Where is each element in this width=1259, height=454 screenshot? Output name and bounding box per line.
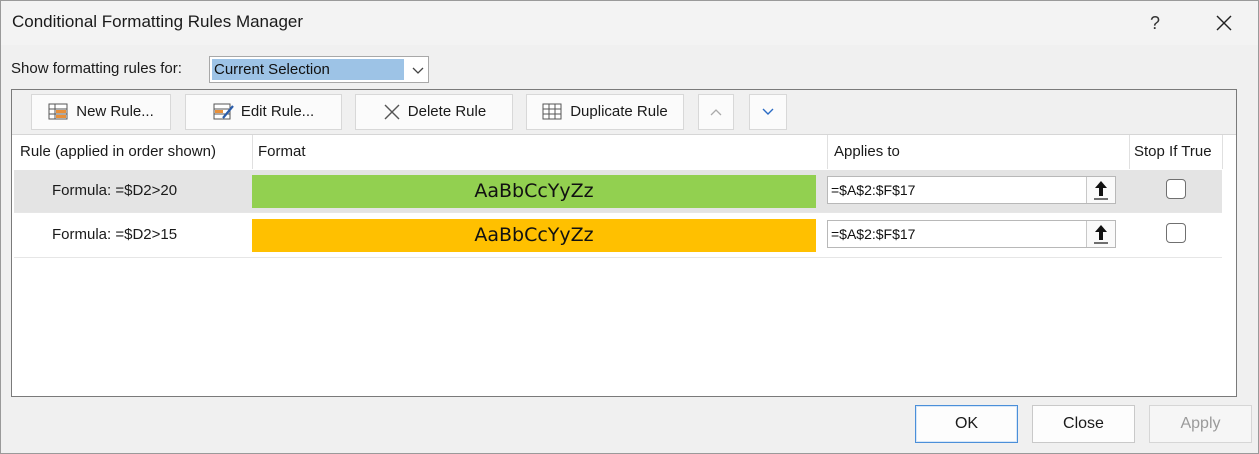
apply-button[interactable]: Apply [1149,405,1252,443]
row-divider [14,257,1222,258]
column-divider [827,135,828,169]
new-rule-button[interactable]: New Rule... [31,94,171,130]
chevron-up-icon [710,109,722,116]
column-divider [1222,135,1223,169]
rule-row[interactable]: Formula: =$D2>20 AaBbCcYyZz [14,170,1222,212]
title-bar: Conditional Formatting Rules Manager ? [1,1,1258,45]
header-stop-if-true: Stop If True [1134,143,1212,160]
help-button[interactable]: ? [1141,9,1169,37]
rules-manager-dialog: Conditional Formatting Rules Manager ? S… [0,0,1259,454]
format-preview: AaBbCcYyZz [252,175,816,208]
rules-panel: New Rule... Edit Rule... Delete Rule Dup… [11,89,1237,397]
applies-to-input[interactable] [828,221,1086,247]
arrow-up-icon [1094,181,1108,200]
duplicate-rule-icon [542,103,562,120]
rule-description: Formula: =$D2>20 [52,182,178,199]
applies-to-field[interactable] [827,176,1116,204]
delete-rule-button[interactable]: Delete Rule [355,94,513,130]
close-icon [1216,15,1232,31]
collapse-range-button[interactable] [1086,177,1115,203]
show-rules-selected: Current Selection [212,59,404,80]
delete-icon [384,104,400,120]
row-divider [14,212,1222,213]
rule-description: Formula: =$D2>15 [52,226,178,243]
stop-if-true-checkbox[interactable] [1166,223,1186,243]
rules-table-header: Rule (applied in order shown) Format App… [12,135,1236,169]
edit-rule-label: Edit Rule... [240,103,315,120]
ok-button[interactable]: OK [915,405,1018,443]
edit-rule-button[interactable]: Edit Rule... [185,94,342,130]
arrow-up-icon [1094,225,1108,244]
format-preview: AaBbCcYyZz [252,219,816,252]
show-rules-dropdown[interactable]: Current Selection [209,56,429,83]
rule-row[interactable]: Formula: =$D2>15 AaBbCcYyZz [14,214,1222,256]
show-rules-label: Show formatting rules for: [11,60,182,77]
chevron-down-icon [762,108,774,115]
header-rule: Rule (applied in order shown) [20,143,216,160]
edit-rule-icon [213,103,234,120]
duplicate-rule-button[interactable]: Duplicate Rule [526,94,684,130]
column-divider [252,135,253,169]
stop-if-true-checkbox[interactable] [1166,179,1186,199]
dialog-title: Conditional Formatting Rules Manager [12,12,304,31]
chevron-down-icon [412,67,424,74]
rules-toolbar: New Rule... Edit Rule... Delete Rule Dup… [12,90,1236,135]
applies-to-input[interactable] [828,177,1086,203]
applies-to-field[interactable] [827,220,1116,248]
duplicate-rule-label: Duplicate Rule [570,103,668,120]
new-rule-label: New Rule... [76,103,154,120]
column-divider [1129,135,1130,169]
delete-rule-label: Delete Rule [407,103,487,120]
collapse-range-button[interactable] [1086,221,1115,247]
header-applies-to: Applies to [834,143,900,160]
close-window-button[interactable] [1207,9,1239,37]
close-button[interactable]: Close [1032,405,1135,443]
move-down-button[interactable] [749,94,787,130]
header-format: Format [258,143,306,160]
move-up-button[interactable] [698,94,734,130]
new-rule-icon [48,103,68,120]
